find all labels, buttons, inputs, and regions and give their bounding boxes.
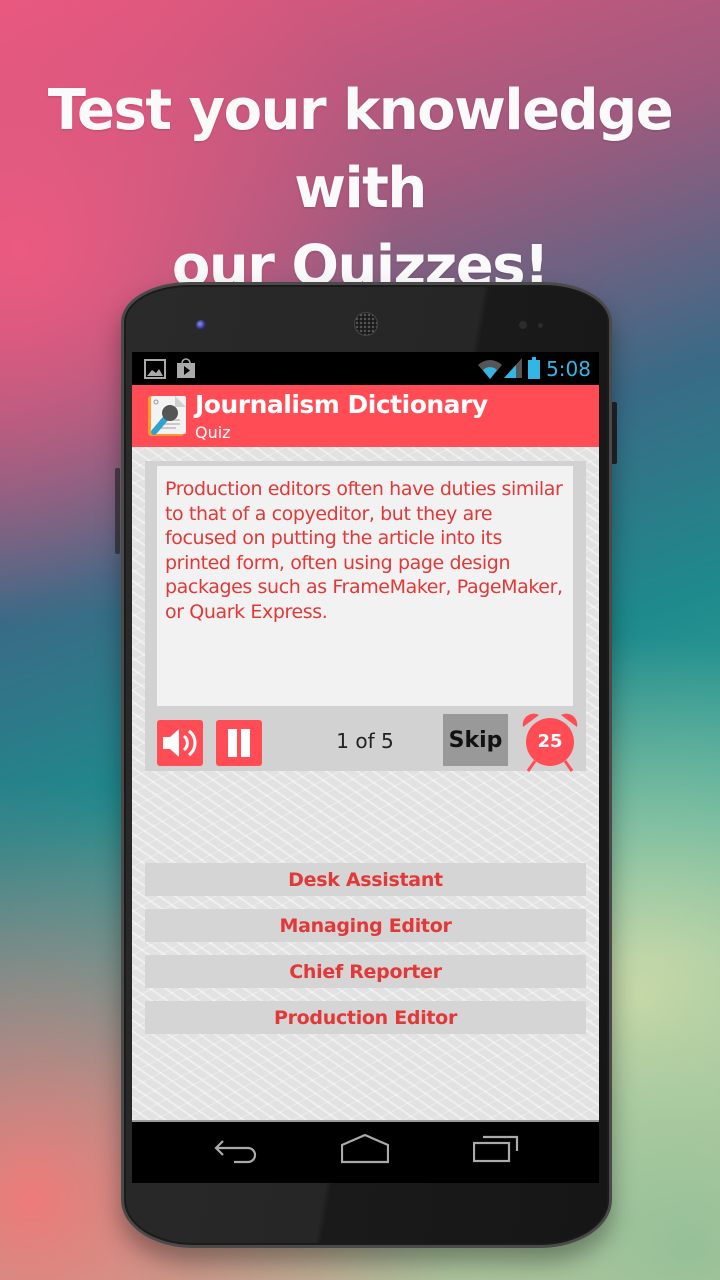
status-time: 5:08 (546, 357, 591, 381)
signal-icon (504, 358, 522, 378)
status-bar: 5:08 (132, 352, 599, 385)
front-camera (196, 320, 206, 330)
answer-option[interactable]: Chief Reporter (145, 955, 586, 988)
promo-headline: Test your knowledge with our Quizzes! (0, 72, 720, 306)
timer-seconds: 25 (537, 731, 563, 752)
light-sensor (538, 323, 543, 328)
answer-option[interactable]: Managing Editor (145, 909, 586, 942)
gallery-icon (144, 359, 166, 379)
speaker-icon (163, 729, 197, 757)
question-text: Production editors often have duties sim… (165, 478, 563, 623)
skip-button[interactable]: Skip (443, 714, 508, 766)
app-subtitle: Quiz (195, 423, 231, 442)
play-store-icon (177, 358, 195, 378)
question-box: Production editors often have duties sim… (157, 466, 573, 706)
headline-line-1: Test your knowledge with (47, 78, 674, 221)
action-bar: Journalism Dictionary Quiz (132, 385, 599, 447)
home-icon[interactable] (341, 1134, 389, 1164)
countdown-timer: 25 (519, 711, 581, 773)
answer-option[interactable]: Production Editor (145, 1001, 586, 1034)
sound-toggle-button[interactable] (157, 720, 203, 766)
quiz-content: Production editors often have duties sim… (132, 447, 599, 1120)
phone-screen: 5:08 Journalism Dictionary Quiz Producti… (132, 352, 599, 1183)
question-panel: Production editors often have duties sim… (145, 461, 586, 773)
recent-apps-icon[interactable] (473, 1135, 519, 1163)
pause-icon (228, 729, 237, 757)
volume-button (115, 468, 120, 554)
proximity-sensor (519, 321, 527, 329)
microphone-document-icon[interactable] (146, 394, 190, 438)
pause-icon-bar (241, 729, 250, 757)
battery-icon (528, 357, 540, 379)
wifi-icon (478, 360, 502, 379)
app-title: Journalism Dictionary (195, 390, 488, 419)
earpiece-speaker (354, 312, 378, 336)
question-progress: 1 of 5 (336, 729, 394, 753)
pause-button[interactable] (216, 720, 262, 766)
navigation-bar (132, 1122, 599, 1183)
answer-option[interactable]: Desk Assistant (145, 863, 586, 896)
back-icon[interactable] (214, 1138, 258, 1164)
